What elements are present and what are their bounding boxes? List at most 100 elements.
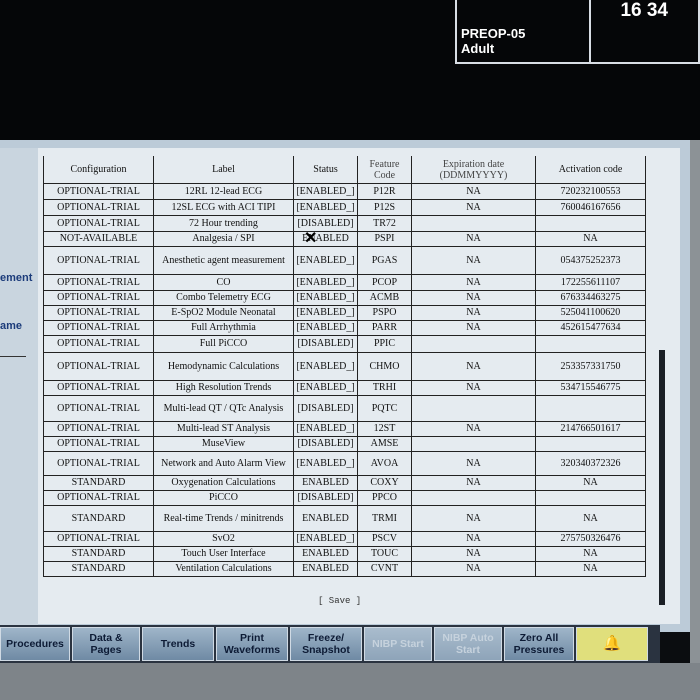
cell-label: PiCCO [153, 490, 294, 506]
table-row[interactable]: OPTIONAL-TRIAL 72 Hour trending [DISABLED]… [43, 215, 646, 232]
cell-label: Touch User Interface [153, 546, 294, 562]
cell-status: [ENABLED_] [293, 290, 358, 306]
table-row[interactable]: OPTIONAL-TRIAL CO [ENABLED_] PCOP NA 17225561… [43, 274, 646, 291]
cell-configuration: OPTIONAL-TRIAL [43, 246, 154, 275]
cell-feature-code: 12ST [357, 421, 412, 437]
cell-label: Hemodynamic Calculations [153, 352, 294, 381]
alarm-button[interactable]: 🔔 [576, 627, 648, 661]
cell-configuration: OPTIONAL-TRIAL [43, 199, 154, 216]
cell-activation-code: 760046167656 [535, 199, 646, 216]
cell-configuration: OPTIONAL-TRIAL [43, 290, 154, 306]
table-row[interactable]: OPTIONAL-TRIAL SvO2 [ENABLED_] PSCV NA 275750… [43, 531, 646, 547]
table-row[interactable]: OPTIONAL-TRIAL 12SL ECG with ACI TIPI [ENA… [43, 199, 646, 216]
table-row[interactable]: OPTIONAL-TRIAL E-SpO2 Module Neonatal [ENA… [43, 305, 646, 321]
table-row[interactable]: OPTIONAL-TRIAL Multi-lead ST Analysis [ENA… [43, 421, 646, 437]
left-sidebar: ement ame [0, 148, 38, 628]
col-activation-code: Activation code [535, 156, 646, 184]
table-row[interactable]: OPTIONAL-TRIAL Multi-lead QT / QTc Analys… [43, 395, 646, 422]
cell-expiration-date: NA [411, 352, 536, 381]
cell-feature-code: PSPO [357, 305, 412, 321]
table-row[interactable]: OPTIONAL-TRIAL Full Arrhythmia [ENABLED_] P… [43, 320, 646, 336]
table-row[interactable]: STANDARD Oxygenation Calculations ENABLED C… [43, 475, 646, 491]
cell-label: Ventilation Calculations [153, 561, 294, 577]
table-row[interactable]: OPTIONAL-TRIAL High Resolution Trends [ENA… [43, 380, 646, 396]
table-row[interactable]: OPTIONAL-TRIAL PiCCO [DISABLED] PPCO [43, 490, 646, 506]
cell-feature-code: P12S [357, 199, 412, 216]
cell-activation-code: NA [535, 561, 646, 577]
cell-feature-code: PSPI [357, 231, 412, 247]
col-feature-code: Feature Code [357, 156, 412, 184]
cell-configuration: OPTIONAL-TRIAL [43, 183, 154, 200]
col-label: Label [153, 156, 294, 184]
nibp-auto-start-button[interactable]: NIBP Auto Start [434, 627, 502, 661]
cell-label: Analgesia / SPI [153, 231, 294, 247]
table-row[interactable]: OPTIONAL-TRIAL Hemodynamic Calculations [E… [43, 352, 646, 381]
table-row[interactable]: STANDARD Touch User Interface ENABLED TOUC N… [43, 546, 646, 562]
sidebar-label-1[interactable]: ement [0, 272, 32, 284]
cell-label: CO [153, 274, 294, 291]
cell-feature-code: CVNT [357, 561, 412, 577]
cell-activation-code: 275750326476 [535, 531, 646, 547]
table-row[interactable]: OPTIONAL-TRIAL Network and Auto Alarm Vie… [43, 451, 646, 476]
table-row[interactable]: STANDARD Ventilation Calculations ENABLED C… [43, 561, 646, 577]
trends-button[interactable]: Trends [142, 627, 214, 661]
cell-activation-code [535, 490, 646, 506]
cell-activation-code: 253357331750 [535, 352, 646, 381]
cell-configuration: STANDARD [43, 505, 154, 532]
monitor-bezel-right [690, 140, 700, 663]
cell-configuration: OPTIONAL-TRIAL [43, 380, 154, 396]
cell-label: E-SpO2 Module Neonatal [153, 305, 294, 321]
cell-expiration-date: NA [411, 505, 536, 532]
procedures-button[interactable]: Procedures [0, 627, 70, 661]
cell-activation-code: NA [535, 546, 646, 562]
cell-label: 12RL 12-lead ECG [153, 183, 294, 200]
cell-status: [ENABLED_] [293, 531, 358, 547]
table-row[interactable]: OPTIONAL-TRIAL 12RL 12-lead ECG [ENABLED_]… [43, 183, 646, 200]
cell-activation-code [535, 436, 646, 452]
table-row[interactable]: OPTIONAL-TRIAL MuseView [DISABLED] AMSE [43, 436, 646, 452]
cell-status: [DISABLED] [293, 490, 358, 506]
table-row[interactable]: NOT-AVAILABLE Analgesia / SPI ENABLED PSPI N… [43, 231, 646, 247]
cell-status: [ENABLED_] [293, 183, 358, 200]
nibp-start-button[interactable]: NIBP Start [364, 627, 432, 661]
cell-label: 12SL ECG with ACI TIPI [153, 199, 294, 216]
scrollbar[interactable] [659, 350, 665, 605]
cell-expiration-date [411, 395, 536, 422]
cell-configuration: OPTIONAL-TRIAL [43, 451, 154, 476]
alarm-bell-icon: 🔔 [602, 635, 622, 652]
cell-expiration-date: NA [411, 305, 536, 321]
save-button[interactable]: [ Save ] [318, 596, 361, 606]
table-row[interactable]: OPTIONAL-TRIAL Anesthetic agent measureme… [43, 246, 646, 275]
cell-status: [ENABLED_] [293, 380, 358, 396]
cell-expiration-date: NA [411, 231, 536, 247]
header-divider [589, 0, 591, 62]
patient-info-box[interactable]: PREOP-05 Adult 16 34 [455, 0, 700, 64]
cell-expiration-date: NA [411, 451, 536, 476]
cell-label: SvO2 [153, 531, 294, 547]
print-waveforms-button[interactable]: Print Waveforms [216, 627, 288, 661]
cell-expiration-date [411, 490, 536, 506]
cell-status: [ENABLED_] [293, 274, 358, 291]
cell-expiration-date [411, 335, 536, 353]
data-pages-button[interactable]: Data & Pages [72, 627, 140, 661]
cell-expiration-date: NA [411, 274, 536, 291]
software-options-table: Configuration Label Status Feature Code … [43, 156, 646, 577]
cell-feature-code: COXY [357, 475, 412, 491]
zero-all-pressures-button[interactable]: Zero All Pressures [504, 627, 574, 661]
cell-label: MuseView [153, 436, 294, 452]
cell-feature-code: PARR [357, 320, 412, 336]
freeze-snapshot-button[interactable]: Freeze/ Snapshot [290, 627, 362, 661]
table-row[interactable]: OPTIONAL-TRIAL Full PiCCO [DISABLED] PPIC [43, 335, 646, 353]
cell-configuration: OPTIONAL-TRIAL [43, 421, 154, 437]
cell-label: 72 Hour trending [153, 215, 294, 232]
table-row[interactable]: OPTIONAL-TRIAL Combo Telemetry ECG [ENABLE… [43, 290, 646, 306]
cell-expiration-date: NA [411, 290, 536, 306]
sidebar-label-2[interactable]: ame [0, 320, 22, 332]
cell-feature-code: TOUC [357, 546, 412, 562]
cell-feature-code: PQTC [357, 395, 412, 422]
cell-status: ENABLED [293, 561, 358, 577]
cell-feature-code: P12R [357, 183, 412, 200]
cell-feature-code: PSCV [357, 531, 412, 547]
cell-feature-code: AVOA [357, 451, 412, 476]
table-row[interactable]: STANDARD Real-time Trends / minitrends ENA… [43, 505, 646, 532]
